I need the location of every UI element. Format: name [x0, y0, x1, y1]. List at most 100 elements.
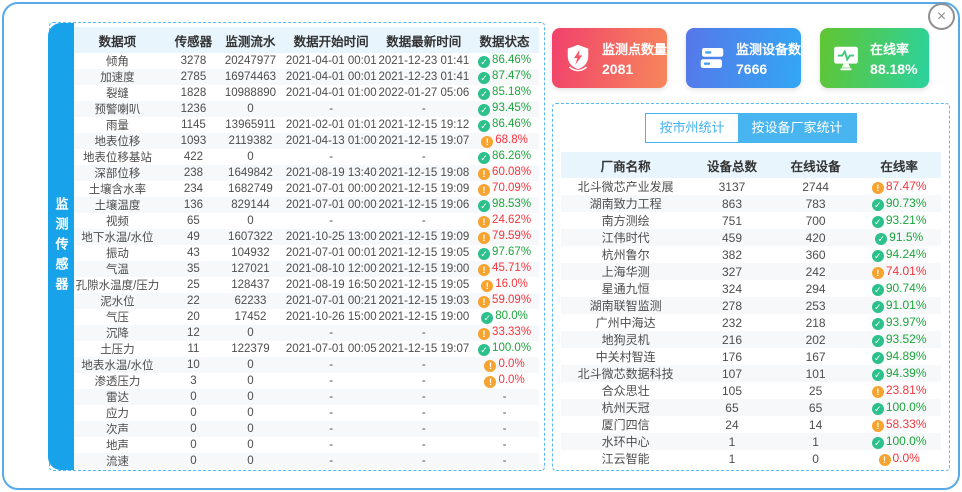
table-cell: -	[285, 421, 378, 437]
vendor-table-row: 北斗微芯数据科技107101✓94.39%	[561, 365, 941, 382]
table-cell: 2021-12-15 19:00	[378, 309, 471, 325]
vendor-table-row: 上海华测327242!74.01%	[561, 263, 941, 280]
status-cell: ✓97.67%	[470, 245, 539, 261]
close-button[interactable]: ×	[928, 3, 955, 30]
status-percent: 79.59%	[492, 230, 531, 242]
status-percent: 94.24%	[886, 247, 927, 261]
status-percent: 0.0%	[498, 358, 524, 370]
sensor-table-row: 地下水温/水位4916073222021-10-25 13:002021-12-…	[64, 229, 539, 245]
no-status-dash: -	[503, 391, 507, 403]
status-percent: 94.89%	[886, 349, 927, 363]
status-cell: -	[470, 389, 539, 405]
table-cell: 0	[171, 453, 216, 469]
table-cell: 2021-04-13 01:00	[285, 133, 378, 149]
no-status-dash: -	[503, 423, 507, 435]
status-cell: ✓100.0%	[470, 341, 539, 357]
table-cell: 水环中心	[561, 433, 690, 450]
check-circle-icon: ✓	[872, 216, 884, 228]
check-circle-icon: ✓	[872, 335, 884, 347]
sensor-table: 数据项 传感器 监测流水 数据开始时间 数据最新时间 数据状态 倾角327820…	[64, 27, 539, 469]
table-cell: -	[285, 453, 378, 469]
table-cell: 倾角	[64, 53, 171, 69]
table-cell: 2021-12-23 01:41	[378, 53, 471, 69]
table-cell: 2021-02-01 01:01	[285, 117, 378, 133]
table-cell: 厦门四信	[561, 416, 690, 433]
table-cell: 176	[690, 348, 774, 365]
table-cell: 0	[216, 101, 285, 117]
sensor-table-row: 振动431049322021-07-01 00:012021-12-15 19:…	[64, 245, 539, 261]
status-cell: ✓91.5%	[857, 229, 941, 246]
stats-tab-group: 按市州统计 按设备厂家统计	[561, 113, 941, 143]
table-cell: 合众思壮	[561, 382, 690, 399]
table-cell: -	[378, 357, 471, 373]
sensor-table-row: 视频650--!24.62%	[64, 213, 539, 229]
table-cell: 渗透压力	[64, 373, 171, 389]
table-cell: -	[285, 357, 378, 373]
table-cell: 2021-07-01 00:00	[285, 181, 378, 197]
status-cell: ✓93.97%	[857, 314, 941, 331]
warning-circle-icon: !	[484, 360, 496, 372]
status-cell: !79.59%	[470, 229, 539, 245]
table-cell: 0	[171, 421, 216, 437]
sensor-table-row: 地声00---	[64, 437, 539, 453]
table-cell: 加速度	[64, 69, 171, 85]
table-cell: 14	[774, 416, 858, 433]
table-cell: 视频	[64, 213, 171, 229]
status-cell: -	[470, 421, 539, 437]
table-cell: 气温	[64, 261, 171, 277]
table-cell: 南方测绘	[561, 212, 690, 229]
sidebar-drawer-handle-sensors[interactable]: 监测传感器	[48, 23, 74, 470]
table-cell: -	[378, 213, 471, 229]
status-percent: 93.52%	[886, 332, 927, 346]
table-cell: -	[378, 421, 471, 437]
status-cell: ✓86.46%	[470, 53, 539, 69]
table-cell: -	[378, 405, 471, 421]
table-cell: -	[285, 101, 378, 117]
table-cell: 242	[774, 263, 858, 280]
check-circle-icon: ✓	[872, 403, 884, 415]
vendor-table-header-row: 厂商名称 设备总数 在线设备 在线率	[561, 152, 941, 178]
table-cell: 2021-08-10 12:00	[285, 261, 378, 277]
col-header-start-time: 数据开始时间	[285, 27, 378, 53]
table-cell: 1093	[171, 133, 216, 149]
table-cell: 218	[774, 314, 858, 331]
table-cell: -	[378, 325, 471, 341]
status-percent: 86.46%	[492, 118, 531, 130]
sensor-table-row: 气温351270212021-08-10 12:002021-12-15 19:…	[64, 261, 539, 277]
table-cell: 167	[774, 348, 858, 365]
table-cell: 2021-12-15 19:12	[378, 117, 471, 133]
status-percent: 98.53%	[492, 198, 531, 210]
col-header-latest-time: 数据最新时间	[378, 27, 471, 53]
status-cell: !60.08%	[470, 165, 539, 181]
table-cell: 122379	[216, 341, 285, 357]
tab-by-city[interactable]: 按市州统计	[645, 113, 737, 143]
table-cell: 2021-12-15 19:06	[378, 197, 471, 213]
table-cell: 地表位移基站	[64, 149, 171, 165]
status-percent: 70.09%	[492, 182, 531, 194]
status-percent: 0.0%	[893, 451, 920, 465]
table-cell: 25	[171, 277, 216, 293]
table-cell: 0	[216, 325, 285, 341]
table-cell: 62233	[216, 293, 285, 309]
vendor-table-row: 地狗灵机216202✓93.52%	[561, 331, 941, 348]
col-header-online-devices: 在线设备	[774, 152, 858, 178]
table-cell: 北斗微芯产业发展	[561, 178, 690, 195]
table-cell: 1828	[171, 85, 216, 101]
table-cell: 65	[690, 399, 774, 416]
no-status-dash: -	[503, 455, 507, 467]
status-percent: 45.71%	[492, 262, 531, 274]
sensor-table-row: 雨量1145139659112021-02-01 01:012021-12-15…	[64, 117, 539, 133]
tab-by-vendor[interactable]: 按设备厂家统计	[738, 113, 857, 143]
stat-card-monitor-points: 监测点数量 2081	[552, 28, 667, 88]
table-cell: 2021-07-01 00:00	[285, 197, 378, 213]
warning-circle-icon: !	[478, 216, 490, 228]
status-cell: ✓93.21%	[857, 212, 941, 229]
status-percent: 100.0%	[886, 434, 927, 448]
sensor-table-body: 倾角3278202479772021-04-01 00:012021-12-23…	[64, 53, 539, 469]
table-cell: -	[285, 373, 378, 389]
status-percent: 87.47%	[492, 70, 531, 82]
sensor-table-row: 土壤温度1368291442021-07-01 00:002021-12-15 …	[64, 197, 539, 213]
sensor-table-row: 气压20174522021-10-26 15:002021-12-15 19:0…	[64, 309, 539, 325]
status-cell: ✓80.0%	[470, 309, 539, 325]
col-header-device-total: 设备总数	[690, 152, 774, 178]
